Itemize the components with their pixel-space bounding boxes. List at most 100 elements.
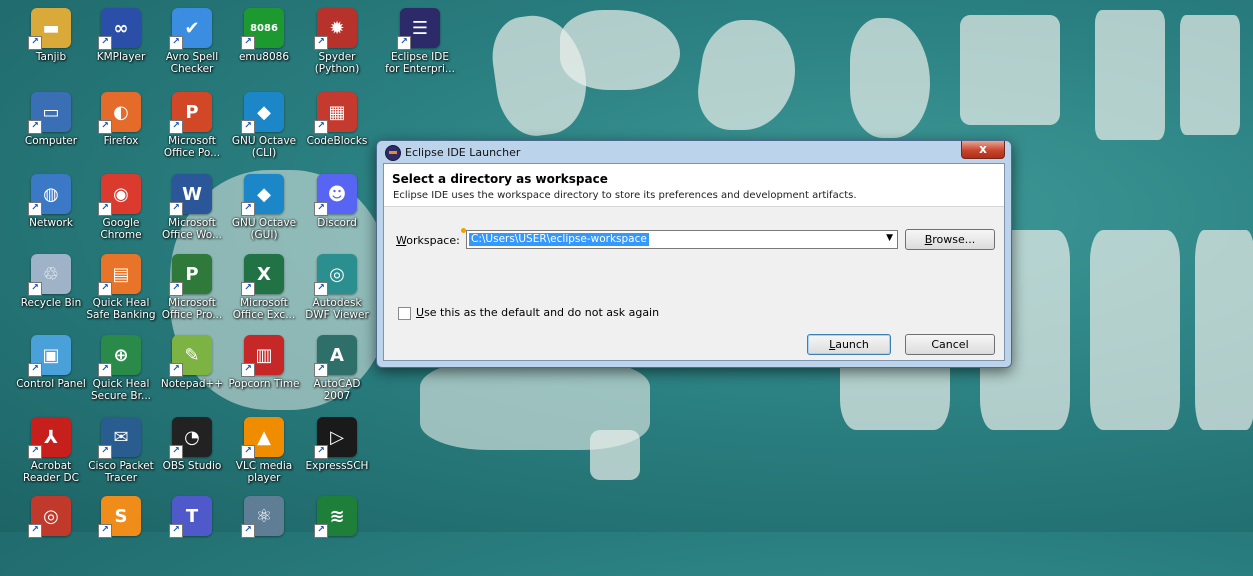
desktop-icon[interactable]: A ↗ AutoCAD 2007 — [300, 335, 374, 415]
word-icon[interactable]: W ↗ — [169, 174, 212, 216]
app-icon[interactable]: ◎ ↗ — [28, 496, 71, 538]
dialog-titlebar[interactable]: Eclipse IDE Launcher x — [377, 141, 1011, 163]
packet-tracer-icon[interactable]: ✉ ↗ — [98, 417, 141, 459]
desktop-icon[interactable]: P ↗ Microsoft Office Pro... — [155, 254, 229, 334]
workspace-combo[interactable]: C:\Users\USER\eclipse-workspace ▼ — [466, 230, 898, 249]
desktop-icon[interactable]: ◎ ↗ Autodesk DWF Viewer — [300, 254, 374, 334]
desktop-icon[interactable]: ☻ ↗ Discord — [300, 174, 374, 254]
default-workspace-checkbox[interactable] — [398, 307, 411, 320]
shortcut-arrow-icon: ↗ — [241, 36, 255, 50]
close-button[interactable]: x — [961, 141, 1005, 159]
recycle-bin-icon[interactable]: ♲ ↗ — [28, 254, 71, 296]
desktop-icon[interactable]: ◐ ↗ Firefox — [84, 92, 158, 172]
cancel-button[interactable]: Cancel — [905, 334, 995, 355]
desktop-icon[interactable]: ♲ ↗ Recycle Bin — [14, 254, 88, 334]
shortcut-arrow-icon: ↗ — [241, 202, 255, 216]
desktop-icon[interactable]: ▲ ↗ VLC media player — [227, 417, 301, 497]
obs-icon[interactable]: ◔ ↗ — [169, 417, 212, 459]
shortcut-arrow-icon: ↗ — [169, 524, 183, 538]
desktop-icon[interactable]: T ↗ — [155, 496, 229, 576]
octave-icon[interactable]: ◆ ↗ — [241, 174, 284, 216]
desktop-icon[interactable]: ◔ ↗ OBS Studio — [155, 417, 229, 497]
sublime-icon[interactable]: S ↗ — [98, 496, 141, 538]
desktop-icon[interactable]: ⅄ ↗ Acrobat Reader DC — [14, 417, 88, 497]
desktop-icon[interactable]: ▥ ↗ Popcorn Time — [227, 335, 301, 415]
kmplayer-icon[interactable]: ∞ ↗ — [98, 8, 141, 50]
quickheal-browser-icon[interactable]: ⊕ ↗ — [98, 335, 141, 377]
desktop-icon[interactable]: ▦ ↗ CodeBlocks — [300, 92, 374, 172]
desktop-icon[interactable]: ◉ ↗ Google Chrome — [84, 174, 158, 254]
teams-icon[interactable]: T ↗ — [169, 496, 212, 538]
notepadpp-icon[interactable]: ✎ ↗ — [169, 335, 212, 377]
octave-icon[interactable]: ◆ ↗ — [241, 92, 284, 134]
chip-icon[interactable]: 8086 ↗ — [241, 8, 284, 50]
shortcut-arrow-icon: ↗ — [314, 445, 328, 459]
shortcut-arrow-icon: ↗ — [28, 445, 42, 459]
desktop-icon-label: CodeBlocks — [306, 135, 368, 147]
desktop-icon[interactable]: ∞ ↗ KMPlayer — [84, 8, 158, 88]
shortcut-arrow-icon: ↗ — [28, 524, 42, 538]
desktop-icon[interactable]: ◍ ↗ Network — [14, 174, 88, 254]
eclipse-icon[interactable]: ☰ ↗ — [397, 8, 440, 50]
desktop-icon[interactable]: ▭ ↗ Computer — [14, 92, 88, 172]
desktop-icon[interactable]: ✎ ↗ Notepad++ — [155, 335, 229, 415]
spell-check-icon[interactable]: ✔ ↗ — [169, 8, 212, 50]
powerpoint-icon[interactable]: P ↗ — [169, 92, 212, 134]
desktop-icon[interactable]: ▤ ↗ Quick Heal Safe Banking — [84, 254, 158, 334]
desktop-icon[interactable]: P ↗ Microsoft Office Po... — [155, 92, 229, 172]
workspace-label: Workspace: — [396, 234, 460, 247]
desktop-icon[interactable]: ⊕ ↗ Quick Heal Secure Br... — [84, 335, 158, 415]
chevron-down-icon[interactable]: ▼ — [886, 233, 893, 243]
chrome-icon[interactable]: ◉ ↗ — [98, 174, 141, 216]
workspace-input[interactable]: C:\Users\USER\eclipse-workspace — [469, 233, 649, 246]
desktop-icon[interactable]: ☰ ↗ Eclipse IDE for Enterpri... — [383, 8, 457, 88]
default-workspace-checkbox-label[interactable]: Use this as the default and do not ask a… — [416, 306, 659, 319]
desktop-icon-label: Google Chrome — [100, 217, 142, 241]
quickheal-icon[interactable]: ▤ ↗ — [98, 254, 141, 296]
network-icon[interactable]: ◍ ↗ — [28, 174, 71, 216]
shortcut-arrow-icon: ↗ — [98, 363, 112, 377]
firefox-icon[interactable]: ◐ ↗ — [98, 92, 141, 134]
spider-icon[interactable]: ✹ ↗ — [314, 8, 357, 50]
desktop-icon[interactable]: ▣ ↗ Control Panel — [14, 335, 88, 415]
desktop-icon[interactable]: ◆ ↗ GNU Octave (CLI) — [227, 92, 301, 172]
vlc-icon[interactable]: ▲ ↗ — [241, 417, 284, 459]
browse-button[interactable]: Browse... — [905, 229, 995, 250]
shortcut-arrow-icon: ↗ — [28, 120, 42, 134]
desktop-icon-label: Network — [29, 217, 73, 229]
expresssch-icon[interactable]: ▷ ↗ — [314, 417, 357, 459]
folder-icon[interactable]: ▬ ↗ — [28, 8, 71, 50]
desktop-icon[interactable]: ▬ ↗ Tanjib — [14, 8, 88, 88]
desktop-icon[interactable]: ⚛ ↗ — [227, 496, 301, 576]
atom-icon[interactable]: ⚛ ↗ — [241, 496, 284, 538]
dialog-header: Select a directory as workspace Eclipse … — [384, 164, 1004, 207]
desktop-icon-label: Microsoft Office Exc... — [232, 297, 296, 321]
autocad-icon[interactable]: A ↗ — [314, 335, 357, 377]
shortcut-arrow-icon: ↗ — [241, 363, 255, 377]
desktop-icon[interactable]: ◆ ↗ GNU Octave (GUI) — [227, 174, 301, 254]
control-panel-icon[interactable]: ▣ ↗ — [28, 335, 71, 377]
desktop-icon[interactable]: ▷ ↗ ExpressSCH — [300, 417, 374, 497]
discord-icon[interactable]: ☻ ↗ — [314, 174, 357, 216]
project-icon[interactable]: P ↗ — [169, 254, 212, 296]
excel-icon[interactable]: X ↗ — [241, 254, 284, 296]
desktop-icon[interactable]: 8086 ↗ emu8086 — [227, 8, 301, 88]
desktop-icon[interactable]: ◎ ↗ — [14, 496, 88, 576]
circuit-icon[interactable]: ≋ ↗ — [314, 496, 357, 538]
desktop-icon[interactable]: ≋ ↗ — [300, 496, 374, 576]
desktop-icon[interactable]: S ↗ — [84, 496, 158, 576]
computer-icon[interactable]: ▭ ↗ — [28, 92, 71, 134]
desktop-icon[interactable]: ✔ ↗ Avro Spell Checker — [155, 8, 229, 88]
desktop-icon-label: Microsoft Office Po... — [163, 135, 221, 159]
launch-button[interactable]: Launch — [807, 334, 891, 355]
desktop-icon[interactable]: ✹ ↗ Spyder (Python) — [300, 8, 374, 88]
desktop-icon[interactable]: W ↗ Microsoft Office Wo... — [155, 174, 229, 254]
desktop-icon[interactable]: ✉ ↗ Cisco Packet Tracer — [84, 417, 158, 497]
dwf-viewer-icon[interactable]: ◎ ↗ — [314, 254, 357, 296]
acrobat-icon[interactable]: ⅄ ↗ — [28, 417, 71, 459]
codeblocks-icon[interactable]: ▦ ↗ — [314, 92, 357, 134]
desktop-icon[interactable]: X ↗ Microsoft Office Exc... — [227, 254, 301, 334]
popcorn-icon[interactable]: ▥ ↗ — [241, 335, 284, 377]
shortcut-arrow-icon: ↗ — [98, 36, 112, 50]
desktop-icon-label: Control Panel — [16, 378, 86, 390]
